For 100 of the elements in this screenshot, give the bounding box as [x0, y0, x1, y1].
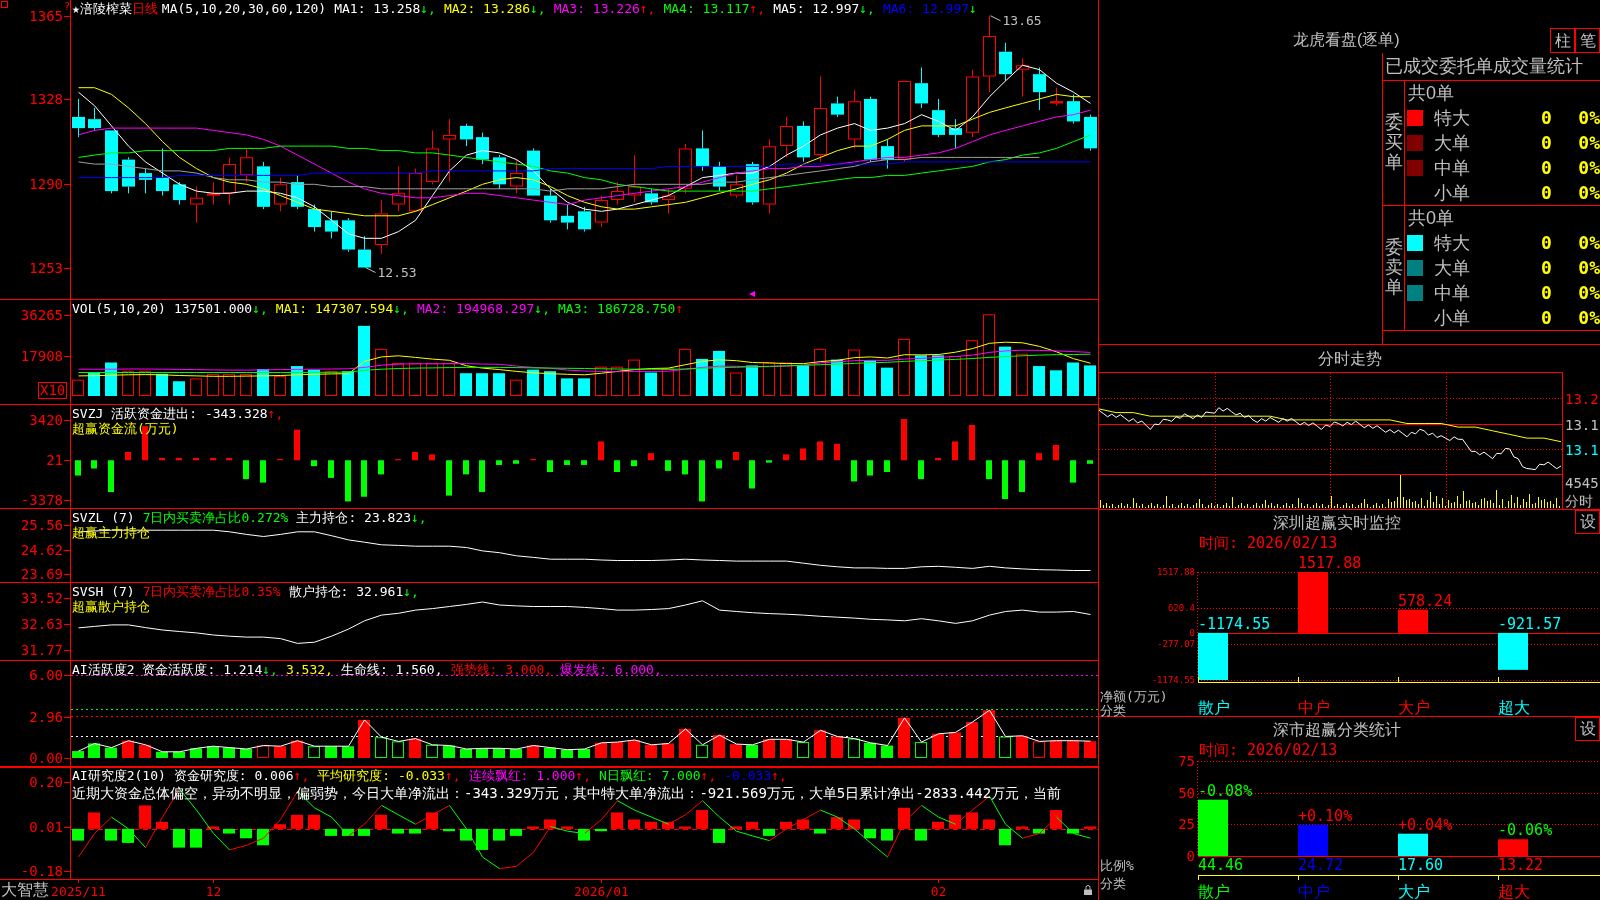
volume-bar	[392, 363, 404, 396]
indicator-name: SVZJ	[72, 406, 104, 421]
axis-label: 1517.88	[1157, 567, 1195, 577]
lock-icon	[1084, 885, 1092, 895]
fund-flow-bar	[834, 443, 840, 461]
research-bar	[966, 812, 978, 829]
research-bar	[662, 821, 674, 829]
research-bar	[342, 828, 354, 836]
volume-bar	[881, 367, 893, 396]
research-bar	[746, 821, 758, 829]
activity-bar	[1033, 741, 1045, 758]
indicator-subtitle: 超赢资金流(万元)	[72, 421, 179, 436]
research-bar	[831, 817, 843, 829]
chart-bar	[1398, 833, 1428, 856]
trend-arrow: ↓,	[530, 1, 546, 16]
indicator-subtitle: 超赢散户持仓	[72, 599, 150, 614]
volume-bar	[949, 356, 961, 396]
settings-button[interactable]: 设	[1575, 717, 1600, 741]
fund-flow-bar	[176, 457, 182, 461]
legend-value: 平均研究度: -0.033	[317, 768, 445, 783]
activity-bar	[105, 747, 117, 758]
fund-flow-bar	[598, 441, 604, 461]
research-bar	[527, 826, 539, 829]
activity-bar	[274, 746, 286, 758]
date-label: 12	[205, 883, 222, 899]
candlestick	[662, 188, 675, 215]
fund-flow-bar	[1002, 460, 1008, 500]
order-percent: 0%	[1578, 156, 1600, 179]
fund-flow-bar	[91, 460, 97, 469]
research-bar	[72, 828, 84, 841]
trend-arrow: ↓	[969, 1, 977, 16]
trend-arrow: ↑,	[749, 1, 766, 16]
fund-flow-bar	[1019, 460, 1025, 492]
legend-value: MA6: 12.997	[882, 1, 970, 16]
trend-arrow: ↑	[675, 301, 684, 316]
research-bar	[122, 828, 134, 843]
order-percent: 0%	[1578, 107, 1600, 130]
activity-bar	[561, 749, 573, 758]
volume-bar	[679, 348, 691, 396]
research-bar	[730, 826, 742, 829]
fund-flow-bar	[108, 460, 114, 492]
volume-bar	[460, 373, 472, 396]
axis-label: 1328	[29, 90, 63, 107]
volume-bar	[932, 355, 944, 396]
volume-level-label: 4545	[1565, 475, 1599, 491]
fund-flow-bar	[614, 460, 620, 472]
research-bar	[460, 828, 472, 841]
order-count: 0	[1541, 132, 1552, 154]
value-label: -921.57	[1498, 614, 1562, 633]
indicator-name: AI活跃度2	[72, 662, 135, 677]
activity-bar	[679, 728, 691, 758]
axis-label: 17908	[20, 348, 63, 364]
legend-value: -0.033	[724, 768, 772, 783]
fund-flow-bar	[867, 460, 873, 476]
volume-bar	[730, 372, 742, 396]
trend-arrow: ↓,	[534, 301, 550, 316]
order-percent: 0%	[1578, 132, 1600, 154]
fund-flow-bar	[564, 460, 570, 465]
candlestick	[578, 206, 591, 233]
fund-flow-bar	[311, 460, 317, 467]
value-label: 13.22	[1498, 856, 1544, 874]
volume-bar	[814, 348, 826, 396]
axis-label: -3378	[20, 492, 63, 508]
research-bar	[915, 828, 927, 841]
activity-bar	[578, 749, 590, 758]
settings-button[interactable]: 设	[1575, 510, 1600, 534]
axis-title: 净额(万元)	[1100, 688, 1168, 704]
fund-flow-bar	[226, 457, 232, 461]
panel-title: 分时走势	[1317, 348, 1382, 369]
activity-bar	[611, 742, 623, 758]
candlestick	[375, 199, 388, 255]
volume-bar	[426, 363, 438, 396]
axis-label: 25	[1178, 816, 1195, 833]
volume-bar	[1084, 365, 1096, 396]
view-toggle-button[interactable]: 柱	[1550, 28, 1575, 53]
order-count: 0	[1541, 181, 1552, 204]
fund-flow-bar	[193, 457, 199, 461]
axis-label: 33.52	[20, 589, 63, 606]
volume-bar	[645, 372, 657, 396]
volume-bar	[375, 348, 387, 396]
candlestick	[510, 159, 523, 194]
activity-bar	[662, 743, 674, 758]
view-toggle-button[interactable]: 笔	[1575, 28, 1600, 53]
value-label: 24.72	[1298, 856, 1344, 874]
scale-label: X10	[38, 382, 68, 399]
candlestick	[223, 156, 236, 206]
fund-flow-bar	[901, 419, 907, 461]
order-size-label: 小单	[1434, 181, 1471, 204]
fund-flow-bar	[210, 457, 216, 461]
fund-flow-bar	[429, 454, 435, 461]
category-label: 散户	[1198, 881, 1230, 900]
fund-flow-bar	[952, 441, 958, 461]
axis-label: 50	[1178, 784, 1195, 801]
order-percent: 0%	[1578, 281, 1600, 304]
fund-flow-bar	[463, 460, 469, 475]
candlestick	[173, 181, 186, 206]
value-label: 44.46	[1198, 856, 1244, 874]
research-bar	[864, 828, 876, 839]
candlestick	[915, 66, 928, 109]
order-total: 共0单	[1408, 207, 1454, 230]
